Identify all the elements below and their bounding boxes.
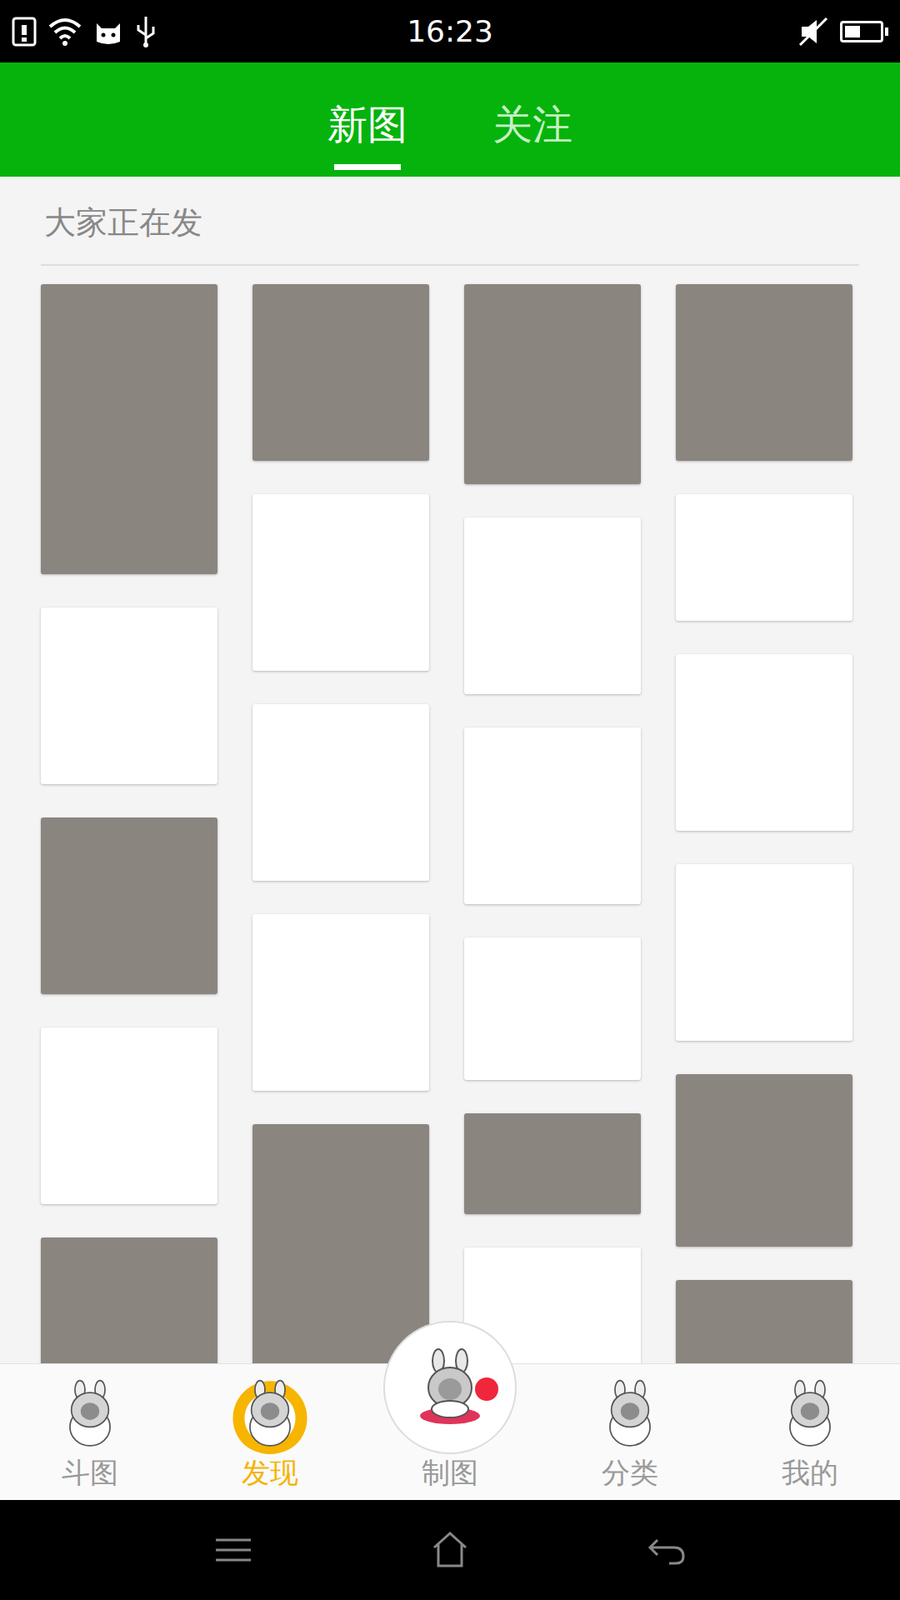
status-bar: 16:23 bbox=[0, 0, 900, 63]
nav-item[interactable]: 我的 bbox=[720, 1364, 900, 1500]
make-button[interactable] bbox=[383, 1320, 517, 1455]
picture-column bbox=[675, 284, 853, 1364]
picture-column bbox=[40, 284, 218, 1364]
picture-card[interactable] bbox=[675, 1280, 853, 1364]
feed: 大家正在发 bbox=[0, 176, 900, 1364]
picture-card[interactable] bbox=[675, 284, 853, 461]
top-tab[interactable]: 关注 bbox=[487, 62, 578, 177]
mascot-icon bbox=[594, 1378, 666, 1450]
picture-card[interactable] bbox=[40, 607, 218, 785]
mascot-icon bbox=[774, 1378, 846, 1450]
badge-dot bbox=[475, 1377, 499, 1401]
home-icon[interactable] bbox=[429, 1529, 471, 1571]
top-tab-bar: 新图 关注 bbox=[0, 62, 900, 177]
sim-icon bbox=[11, 16, 37, 47]
picture-grid bbox=[0, 265, 900, 1364]
nav-item[interactable]: 发现 bbox=[180, 1364, 360, 1500]
nav-item[interactable]: 斗图 bbox=[0, 1364, 180, 1500]
picture-card[interactable] bbox=[40, 1027, 218, 1205]
battery-icon bbox=[840, 20, 884, 43]
picture-card[interactable] bbox=[252, 1124, 430, 1364]
picture-card[interactable] bbox=[464, 937, 641, 1080]
mascot-icon bbox=[54, 1378, 126, 1450]
section-title: 大家正在发 bbox=[40, 176, 860, 266]
picture-card[interactable] bbox=[464, 284, 641, 485]
picture-card[interactable] bbox=[675, 494, 853, 621]
bottom-nav: 斗图 发现 制图 分类 我的 bbox=[0, 1363, 900, 1500]
picture-column bbox=[252, 284, 430, 1364]
top-tab[interactable]: 新图 bbox=[322, 62, 413, 177]
nav-item[interactable]: 制图 bbox=[360, 1364, 540, 1500]
picture-card[interactable] bbox=[40, 817, 218, 995]
menu-icon[interactable] bbox=[212, 1533, 255, 1567]
status-time: 16:23 bbox=[406, 14, 494, 49]
picture-card[interactable] bbox=[40, 284, 218, 575]
wifi-icon bbox=[46, 16, 84, 47]
picture-card[interactable] bbox=[675, 1074, 853, 1247]
cat-icon bbox=[93, 16, 124, 47]
system-nav-bar bbox=[0, 1500, 900, 1600]
picture-card[interactable] bbox=[464, 727, 641, 905]
mascot-icon bbox=[234, 1378, 306, 1450]
nav-item[interactable]: 分类 bbox=[540, 1364, 720, 1500]
picture-card[interactable] bbox=[252, 284, 430, 461]
back-icon[interactable] bbox=[645, 1533, 688, 1567]
picture-card[interactable] bbox=[675, 654, 853, 831]
picture-card[interactable] bbox=[40, 1237, 218, 1364]
picture-card[interactable] bbox=[252, 704, 430, 881]
picture-card[interactable] bbox=[252, 494, 430, 671]
mute-icon bbox=[796, 15, 830, 49]
screen: 16:23 新图 关注 大家正在发 斗图 发现 制图 分类 我的 bbox=[0, 0, 900, 1600]
picture-card[interactable] bbox=[464, 517, 641, 695]
picture-card[interactable] bbox=[675, 864, 853, 1041]
usb-icon bbox=[133, 15, 159, 49]
picture-card[interactable] bbox=[464, 1113, 641, 1215]
picture-card[interactable] bbox=[252, 914, 430, 1091]
picture-column bbox=[464, 284, 641, 1364]
